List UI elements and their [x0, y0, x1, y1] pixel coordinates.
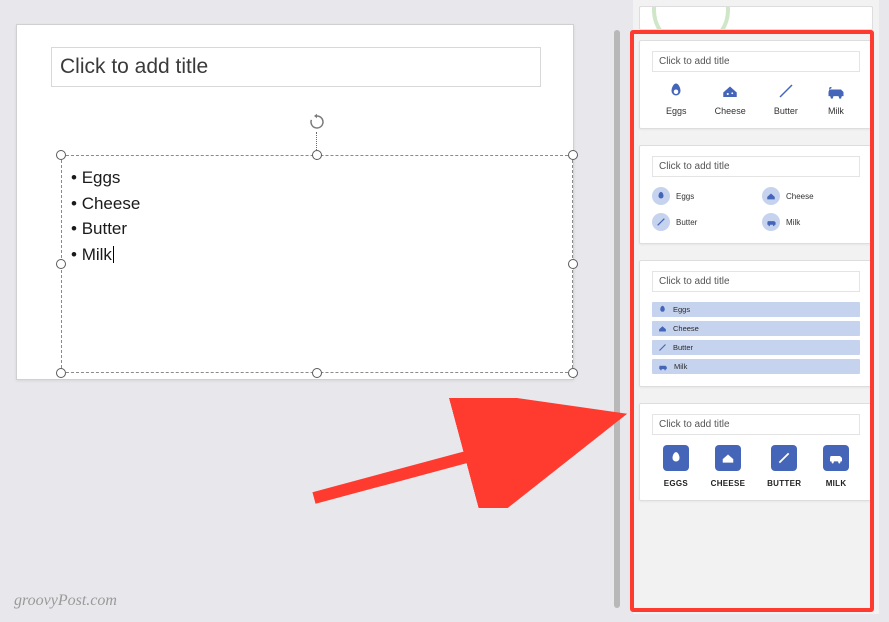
cheese-icon — [766, 191, 776, 201]
content-textbox[interactable]: Eggs Cheese Butter Milk — [61, 155, 573, 373]
resize-handle-bm[interactable] — [312, 368, 322, 378]
list-item-label: Eggs — [666, 106, 687, 116]
watermark: groovyPost.com — [14, 592, 117, 610]
title-placeholder[interactable]: Click to add title — [51, 47, 541, 87]
design-idea-thumbnail[interactable]: Click to add title Eggs Cheese Butter Mi… — [639, 40, 873, 129]
slide-canvas[interactable]: Click to add title Eggs Cheese Butter Mi… — [16, 24, 574, 380]
design-idea-thumbnail-partial[interactable] — [639, 6, 873, 30]
design-panel-scrollbar[interactable] — [614, 30, 620, 608]
bullet-item: Milk — [71, 242, 140, 268]
thumb-title: Click to add title — [652, 51, 860, 72]
resize-handle-tr[interactable] — [568, 150, 578, 160]
design-idea-thumbnail[interactable]: Click to add title EGGS CHEESE BUTTER MI… — [639, 403, 873, 501]
cow-icon — [766, 218, 777, 227]
butter-icon — [658, 343, 667, 352]
design-idea-thumbnail[interactable]: Click to add title Eggs Cheese Butter Mi… — [639, 260, 873, 387]
list-item: Eggs — [652, 187, 750, 205]
list-item: CHEESE — [711, 445, 746, 488]
title-placeholder-text: Click to add title — [60, 55, 208, 79]
list-item: Milk — [762, 213, 860, 231]
list-item: EGGS — [663, 445, 689, 488]
list-item: Butter — [774, 82, 798, 116]
thumb-title: Click to add title — [652, 271, 860, 292]
resize-handle-tl[interactable] — [56, 150, 66, 160]
list-item: Eggs — [652, 302, 860, 317]
cheese-icon — [658, 324, 667, 333]
bullet-item: Butter — [71, 216, 140, 242]
list-item: Butter — [652, 213, 750, 231]
list-item-label: Butter — [676, 218, 697, 227]
egg-icon — [667, 82, 685, 100]
list-item-label: Milk — [786, 218, 800, 227]
cheese-icon — [721, 451, 735, 465]
list-item: Cheese — [762, 187, 860, 205]
egg-icon — [658, 305, 667, 314]
egg-icon — [669, 451, 683, 465]
resize-handle-tm[interactable] — [312, 150, 322, 160]
rotate-handle-icon[interactable] — [307, 112, 327, 132]
list-item-label: Cheese — [786, 192, 814, 201]
resize-handle-br[interactable] — [568, 368, 578, 378]
list-item-label: EGGS — [664, 479, 688, 488]
resize-handle-bl[interactable] — [56, 368, 66, 378]
list-item-label: Butter — [774, 106, 798, 116]
list-item-label: Cheese — [673, 324, 699, 333]
butter-icon — [777, 82, 795, 100]
thumb-title: Click to add title — [652, 156, 860, 177]
list-item-label: CHEESE — [711, 479, 746, 488]
egg-icon — [656, 191, 666, 201]
list-item-label: Eggs — [676, 192, 694, 201]
list-item-label: MILK — [826, 479, 847, 488]
butter-icon — [777, 451, 791, 465]
bullet-list[interactable]: Eggs Cheese Butter Milk — [71, 165, 140, 267]
list-item: BUTTER — [767, 445, 801, 488]
thumb-title: Click to add title — [652, 414, 860, 435]
list-item: Milk — [652, 359, 860, 374]
design-idea-thumbnail[interactable]: Click to add title Eggs Cheese Butter Mi… — [639, 145, 873, 244]
list-item-label: Cheese — [715, 106, 746, 116]
list-item: Milk — [826, 84, 846, 116]
cow-icon — [828, 452, 844, 464]
design-ideas-panel[interactable]: Click to add title Eggs Cheese Butter Mi… — [633, 0, 879, 614]
cow-icon — [826, 84, 846, 100]
list-item: Cheese — [715, 82, 746, 116]
resize-handle-mr[interactable] — [568, 259, 578, 269]
bullet-item: Cheese — [71, 191, 140, 217]
butter-icon — [656, 217, 666, 227]
list-item-label: Butter — [673, 343, 693, 352]
list-item: MILK — [823, 445, 849, 488]
list-item-label: Eggs — [673, 305, 690, 314]
resize-handle-ml[interactable] — [56, 259, 66, 269]
list-item: Eggs — [666, 82, 687, 116]
cheese-icon — [721, 82, 739, 100]
list-item: Butter — [652, 340, 860, 355]
list-item: Cheese — [652, 321, 860, 336]
cow-icon — [658, 363, 668, 371]
annotation-arrow-icon — [304, 398, 634, 508]
list-item-label: BUTTER — [767, 479, 801, 488]
bullet-item: Eggs — [71, 165, 140, 191]
list-item-label: Milk — [674, 362, 687, 371]
list-item-label: Milk — [828, 106, 844, 116]
